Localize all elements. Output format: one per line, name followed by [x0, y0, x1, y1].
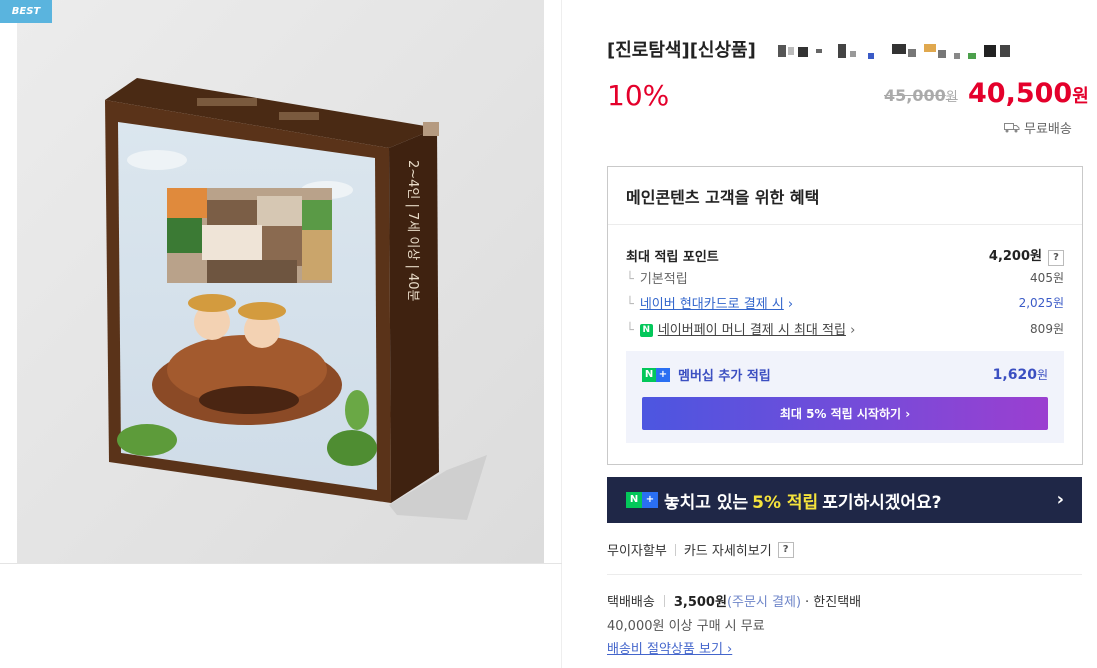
- installment-row: 무이자할부 카드 자세히보기 ?: [607, 540, 794, 559]
- benefit-box: 메인콘텐츠 고객을 위한 혜택 최대 적립 포인트 4,200원? └ 기본적립 …: [607, 166, 1083, 465]
- membership-row: N + 멤버십 추가 적립 1,620원: [642, 365, 1048, 384]
- max-points-value: 4,200원: [988, 249, 1042, 264]
- delivery-type: 택배배송: [607, 595, 655, 610]
- points-npay-value: 809원: [1030, 322, 1064, 336]
- product-box-illustration: 2~4인 | 7세 이상 | 40분: [17, 0, 544, 563]
- tree-branch-icon: └: [626, 297, 634, 312]
- delivery-info-row: 택배배송 3,500원 (주문시 결제) · 한진택배: [607, 591, 861, 610]
- original-price-unit: 원: [945, 90, 958, 105]
- tree-branch-icon: └: [626, 272, 634, 287]
- original-price: 45,000원: [884, 86, 958, 105]
- courier-name: · 한진택배: [805, 595, 862, 610]
- help-icon[interactable]: ?: [1048, 250, 1064, 266]
- banner-suffix: 포기하시겠어요?: [822, 492, 942, 513]
- banner-highlight: 5% 적립: [752, 492, 819, 513]
- free-shipping-label: 무료배송: [1004, 118, 1072, 137]
- points-basic-value: 405원: [1030, 271, 1064, 285]
- banner-prefix: 놓치고 있는: [664, 492, 749, 513]
- sale-price: 40,500원: [968, 78, 1089, 109]
- product-image[interactable]: 2~4인 | 7세 이상 | 40분: [17, 0, 544, 563]
- box-side-text: 2~4인 | 7세 이상 | 40분: [405, 160, 420, 302]
- card-details-link[interactable]: 카드 자세히보기: [684, 540, 772, 559]
- help-icon[interactable]: ?: [777, 541, 794, 558]
- best-badge: BEST: [0, 0, 52, 23]
- membership-label: 멤버십 추가 적립: [678, 369, 771, 384]
- product-image-area: BEST 2~4인 | 7세 이상 | 40분: [0, 0, 562, 668]
- naverpay-icon: N: [639, 324, 653, 337]
- sale-price-value: 40,500: [968, 78, 1073, 109]
- points-card-value: 2,025원: [1018, 296, 1064, 310]
- points-basic-label: 기본적립: [639, 272, 688, 287]
- naver-plus-icon: N +: [642, 367, 670, 382]
- membership-value: 1,620: [992, 367, 1037, 383]
- benefit-heading: 메인콘텐츠 고객을 위한 혜택: [608, 167, 1082, 225]
- redacted-title-pixels: [778, 44, 1011, 59]
- product-title-text: [진로탐색][신상품]: [607, 40, 756, 61]
- divider: [674, 543, 676, 556]
- product-title: [진로탐색][신상품]: [607, 36, 1028, 62]
- truck-icon: [1004, 123, 1020, 133]
- section-divider: [607, 574, 1082, 575]
- points-card-row: └ 네이버 현대카드로 결제 시 › 2,025원: [626, 293, 1064, 312]
- free-shipping-text: 무료배송: [1024, 122, 1072, 137]
- naver-plus-icon: N +: [626, 492, 658, 508]
- naverpay-money-link[interactable]: 네이버페이 머니 결제 시 최대 적립: [658, 323, 846, 338]
- free-shipping-condition: 40,000원 이상 구매 시 무료: [607, 619, 765, 634]
- chevron-right-icon: ›: [845, 323, 856, 338]
- points-npay-row: └ N 네이버페이 머니 결제 시 최대 적립 › 809원: [626, 319, 1064, 338]
- delivery-fee: 3,500원: [673, 595, 727, 610]
- original-price-value: 45,000: [884, 86, 946, 105]
- points-basic-row: └ 기본적립 405원: [626, 268, 1064, 287]
- chevron-right-icon: ›: [783, 297, 794, 312]
- product-info-panel: [진로탐색][신상품] 10% 45,000원 40,500원 무료배송 메인콘…: [562, 0, 1097, 668]
- discount-rate: 10%: [607, 79, 670, 112]
- delivery-fee-note: (주문시 결제): [726, 595, 802, 610]
- start-membership-button[interactable]: 최대 5% 적립 시작하기 ›: [642, 397, 1048, 430]
- shipping-saver-link[interactable]: 배송비 절약상품 보기 ›: [607, 638, 732, 657]
- sale-price-unit: 원: [1072, 86, 1089, 107]
- max-points-label: 최대 적립 포인트: [626, 250, 719, 265]
- max-points-row: 최대 적립 포인트 4,200원?: [626, 245, 1064, 266]
- membership-unit: 원: [1036, 368, 1048, 382]
- membership-label-wrap: N + 멤버십 추가 적립: [642, 365, 771, 384]
- tree-branch-icon: └: [626, 323, 634, 338]
- membership-panel: N + 멤버십 추가 적립 1,620원 최대 5% 적립 시작하기 ›: [626, 351, 1064, 443]
- hyundai-card-link[interactable]: 네이버 현대카드로 결제 시: [640, 297, 784, 312]
- membership-value-wrap: 1,620원: [993, 366, 1048, 383]
- max-points-value-wrap: 4,200원?: [989, 245, 1064, 266]
- membership-promo-banner[interactable]: N + 놓치고 있는 5% 적립 포기하시겠어요? ›: [607, 477, 1082, 523]
- divider: [663, 594, 665, 607]
- image-divider: [0, 563, 562, 564]
- chevron-right-icon: ›: [1056, 489, 1064, 510]
- installment-label: 무이자할부: [607, 544, 667, 559]
